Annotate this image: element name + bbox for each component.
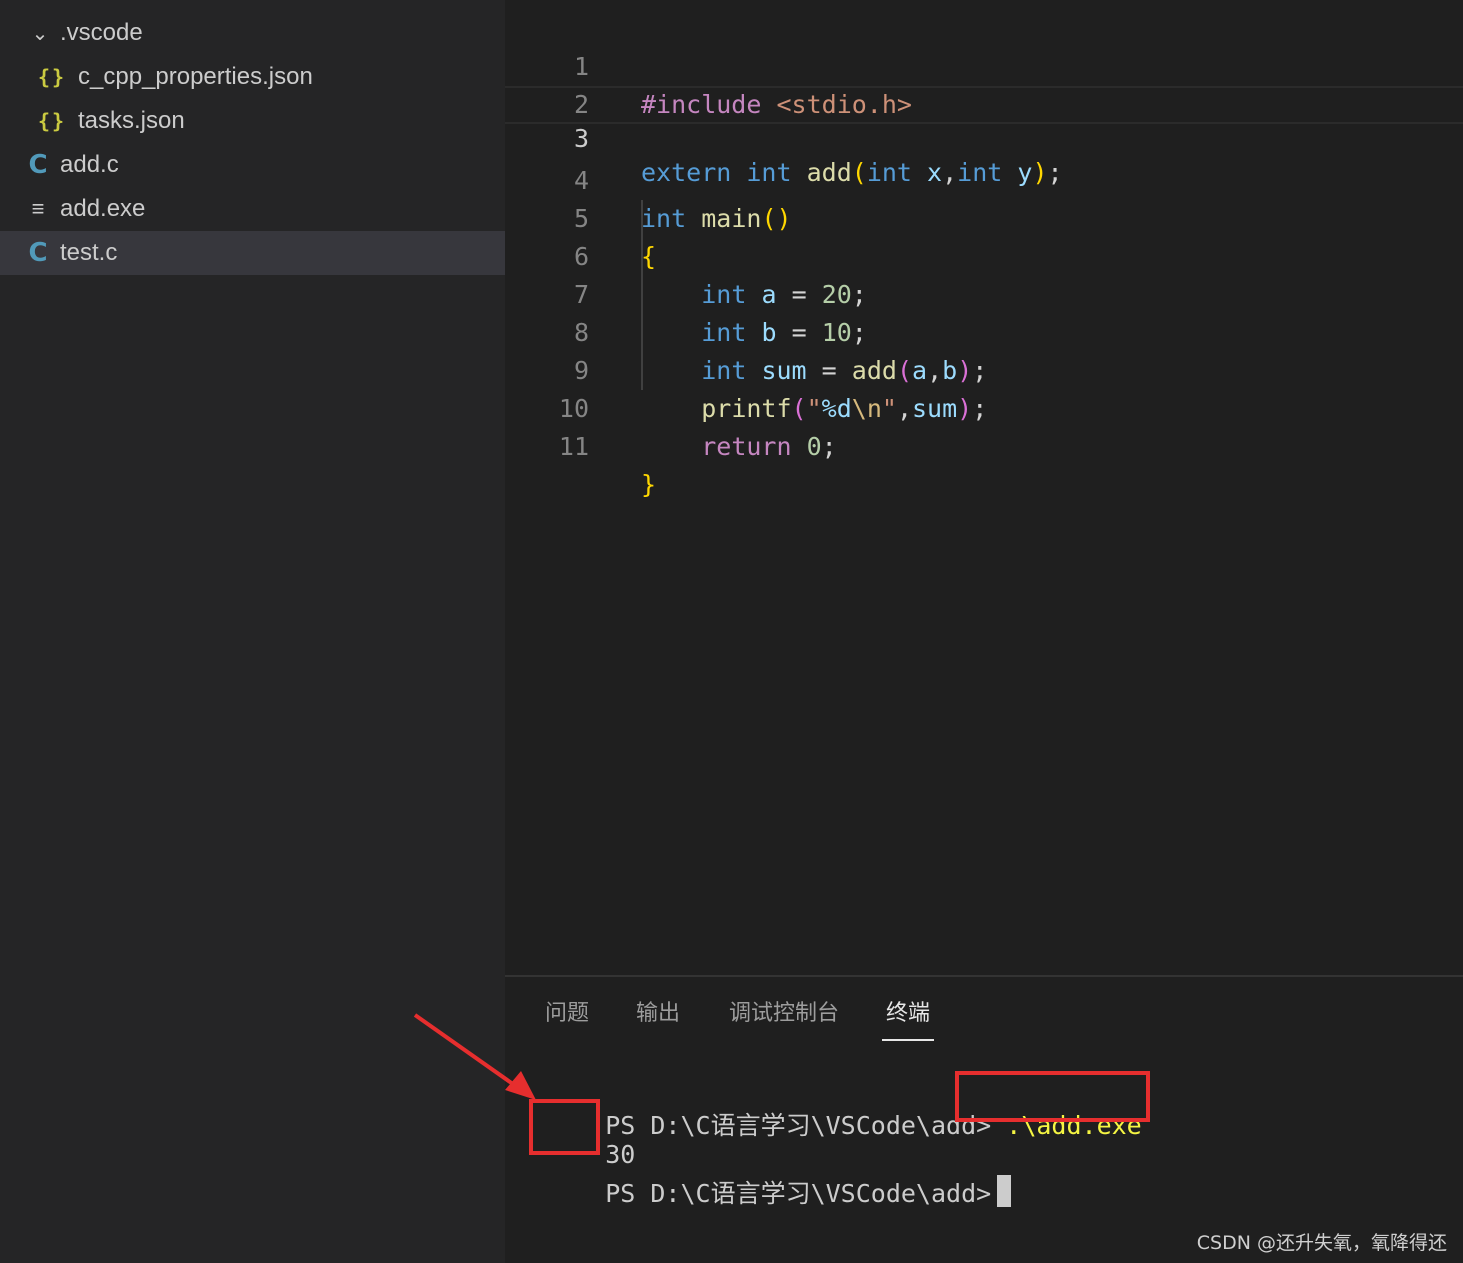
annotation-arrow <box>413 1013 536 1100</box>
watermark: CSDN @还升失氧，氧降得还 <box>1196 1232 1447 1254</box>
